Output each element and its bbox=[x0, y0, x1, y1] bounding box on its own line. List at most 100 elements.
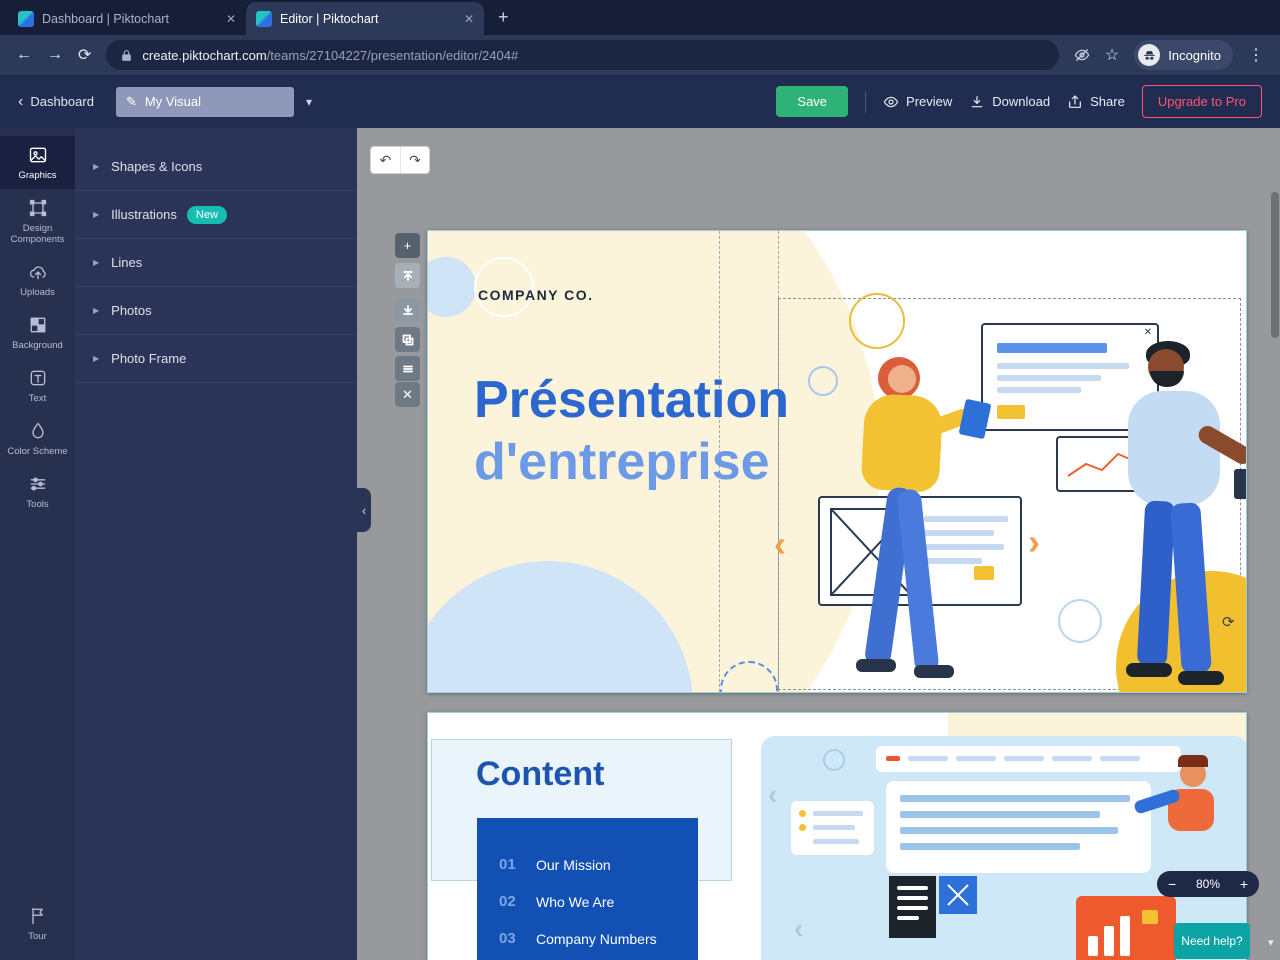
content-heading-text[interactable]: Content bbox=[476, 755, 604, 794]
refresh-button[interactable]: ⟳ bbox=[78, 45, 91, 65]
canvas-scrollbar-thumb[interactable] bbox=[1271, 192, 1279, 338]
pencil-icon: ✎ bbox=[125, 93, 137, 109]
visual-title-input[interactable]: ✎ My Visual bbox=[115, 86, 294, 117]
deco-bar bbox=[1004, 756, 1044, 761]
browser-toolbar: ← → ⟳ create.piktochart.com/teams/271042… bbox=[0, 35, 1280, 75]
piktochart-favicon bbox=[18, 10, 34, 27]
company-logo-text[interactable]: COMPANY CO. bbox=[478, 287, 594, 303]
redo-button[interactable]: ↷ bbox=[400, 147, 429, 173]
delete-object-button[interactable]: ✕ bbox=[395, 382, 420, 407]
zoom-in-button[interactable]: + bbox=[1240, 877, 1248, 891]
sidebar-item-label: Color Scheme bbox=[7, 446, 68, 457]
upgrade-to-pro-button[interactable]: Upgrade to Pro bbox=[1141, 85, 1262, 118]
incognito-icon bbox=[1138, 44, 1161, 66]
deco-shoe bbox=[1178, 671, 1224, 685]
slide-title-text[interactable]: Présentation d'entreprise bbox=[474, 369, 789, 493]
chevron-down-icon[interactable]: ▾ bbox=[306, 95, 312, 109]
preview-button[interactable]: Preview bbox=[883, 94, 952, 110]
url-bar[interactable]: create.piktochart.com/teams/27104227/pre… bbox=[106, 40, 1059, 70]
new-badge: New bbox=[186, 205, 227, 224]
share-label: Share bbox=[1090, 94, 1125, 109]
need-help-button[interactable]: Need help? bbox=[1174, 923, 1250, 959]
back-button[interactable]: ← bbox=[16, 46, 32, 64]
disclosure-triangle-icon: ▶ bbox=[93, 210, 100, 219]
deco-bar bbox=[897, 896, 928, 900]
close-icon[interactable]: ✕ bbox=[464, 12, 474, 26]
panel-item-shapes-icons[interactable]: ▶ Shapes & Icons bbox=[75, 143, 357, 191]
list-item-label: Who We Are bbox=[536, 893, 615, 910]
zoom-control: − 80% + bbox=[1157, 871, 1259, 897]
panel-item-lines[interactable]: ▶ Lines bbox=[75, 239, 357, 287]
panel-collapse-handle[interactable]: ‹ bbox=[357, 488, 371, 532]
deco-bar bbox=[900, 827, 1118, 834]
deco-shoe bbox=[914, 665, 954, 678]
deco-bar bbox=[1104, 926, 1114, 956]
close-icon[interactable]: ✕ bbox=[226, 12, 236, 26]
list-item: 01 Our Mission bbox=[477, 846, 698, 883]
slide-1[interactable]: COMPANY CO. Présentation d'entreprise ‹ … bbox=[427, 230, 1247, 693]
piktochart-editor-window: Dashboard | Piktochart ✕ Editor | Piktoc… bbox=[0, 0, 1280, 960]
rotate-handle-icon[interactable]: ⟳ bbox=[1222, 613, 1235, 631]
deco-bar bbox=[813, 825, 855, 830]
sidebar-item-uploads[interactable]: Uploads bbox=[0, 253, 75, 306]
bring-forward-button[interactable] bbox=[395, 263, 420, 288]
color-scheme-icon bbox=[31, 422, 44, 439]
zoom-out-button[interactable]: − bbox=[1168, 877, 1176, 891]
kebab-menu-icon[interactable]: ⋮ bbox=[1248, 45, 1264, 65]
header-divider bbox=[865, 90, 867, 113]
bookmark-star-icon[interactable]: ☆ bbox=[1105, 45, 1119, 65]
deco-bar bbox=[908, 756, 948, 761]
deco-dark-card bbox=[889, 876, 936, 938]
deco-bar bbox=[997, 387, 1081, 393]
panel-item-photo-frame[interactable]: ▶ Photo Frame bbox=[75, 335, 357, 383]
layers-button[interactable] bbox=[395, 356, 420, 381]
dashboard-back-label: Dashboard bbox=[30, 94, 94, 109]
new-tab-button[interactable]: + bbox=[498, 7, 509, 28]
slide-2[interactable]: Content 01 Our Mission 02 Who We Are 03 … bbox=[427, 712, 1247, 960]
sidebar-item-design-components[interactable]: Design Components bbox=[0, 189, 75, 253]
deco-small-card bbox=[791, 801, 874, 855]
panel-item-photos[interactable]: ▶ Photos bbox=[75, 287, 357, 335]
duplicate-button[interactable] bbox=[395, 327, 420, 352]
save-button[interactable]: Save bbox=[776, 86, 849, 117]
content-list-box[interactable]: 01 Our Mission 02 Who We Are 03 Company … bbox=[477, 818, 698, 960]
undo-button[interactable]: ↶ bbox=[371, 147, 400, 173]
url-path: /teams/27104227/presentation/editor/2404… bbox=[266, 47, 519, 63]
duplicate-icon bbox=[402, 334, 413, 345]
graphics-panel: ▶ Shapes & Icons ▶ Illustrations New ▶ L… bbox=[75, 128, 371, 960]
deco-bar bbox=[900, 843, 1080, 850]
sidebar-item-tools[interactable]: Tools bbox=[0, 465, 75, 518]
sidebar-item-graphics[interactable]: Graphics bbox=[0, 136, 75, 189]
deco-bar bbox=[886, 756, 900, 761]
deco-arrow-left: ‹ bbox=[768, 779, 778, 810]
sidebar-item-text[interactable]: Text bbox=[0, 359, 75, 412]
deco-bar bbox=[1142, 910, 1158, 924]
deco-blue-ring bbox=[823, 749, 845, 771]
incognito-badge[interactable]: Incognito bbox=[1134, 40, 1233, 70]
dashboard-back-link[interactable]: ‹ Dashboard bbox=[18, 93, 94, 110]
lock-icon bbox=[122, 49, 132, 61]
add-object-button[interactable]: + bbox=[395, 233, 420, 258]
tab-dashboard[interactable]: Dashboard | Piktochart ✕ bbox=[8, 2, 246, 35]
deco-bar bbox=[897, 906, 928, 910]
incognito-label: Incognito bbox=[1168, 47, 1221, 63]
scroll-down-icon[interactable]: ▾ bbox=[1268, 936, 1274, 949]
disclosure-triangle-icon: ▶ bbox=[93, 354, 100, 363]
panel-item-illustrations[interactable]: ▶ Illustrations New bbox=[75, 191, 357, 239]
eye-off-icon[interactable] bbox=[1074, 47, 1090, 63]
deco-blue-square bbox=[939, 876, 977, 914]
share-button[interactable]: Share bbox=[1067, 94, 1125, 110]
deco-bar bbox=[1052, 756, 1092, 761]
sidebar-item-background[interactable]: Background bbox=[0, 306, 75, 359]
download-button[interactable]: Download bbox=[969, 94, 1050, 110]
browser-tab-strip: Dashboard | Piktochart ✕ Editor | Piktoc… bbox=[0, 0, 1280, 35]
sidebar-item-tour[interactable]: Tour bbox=[0, 897, 75, 950]
editor-canvas[interactable]: ↶ ↷ + ✕ COMPANY CO. Présentation d'entre… bbox=[357, 128, 1280, 960]
tab-editor[interactable]: Editor | Piktochart ✕ bbox=[246, 2, 484, 35]
sidebar-item-color-scheme[interactable]: Color Scheme bbox=[0, 412, 75, 465]
deco-beard bbox=[1150, 371, 1184, 387]
deco-arrow-left: ‹ bbox=[774, 523, 786, 564]
illustration-person-left bbox=[848, 351, 1008, 691]
send-backward-button[interactable] bbox=[395, 297, 420, 322]
forward-button[interactable]: → bbox=[47, 46, 63, 64]
